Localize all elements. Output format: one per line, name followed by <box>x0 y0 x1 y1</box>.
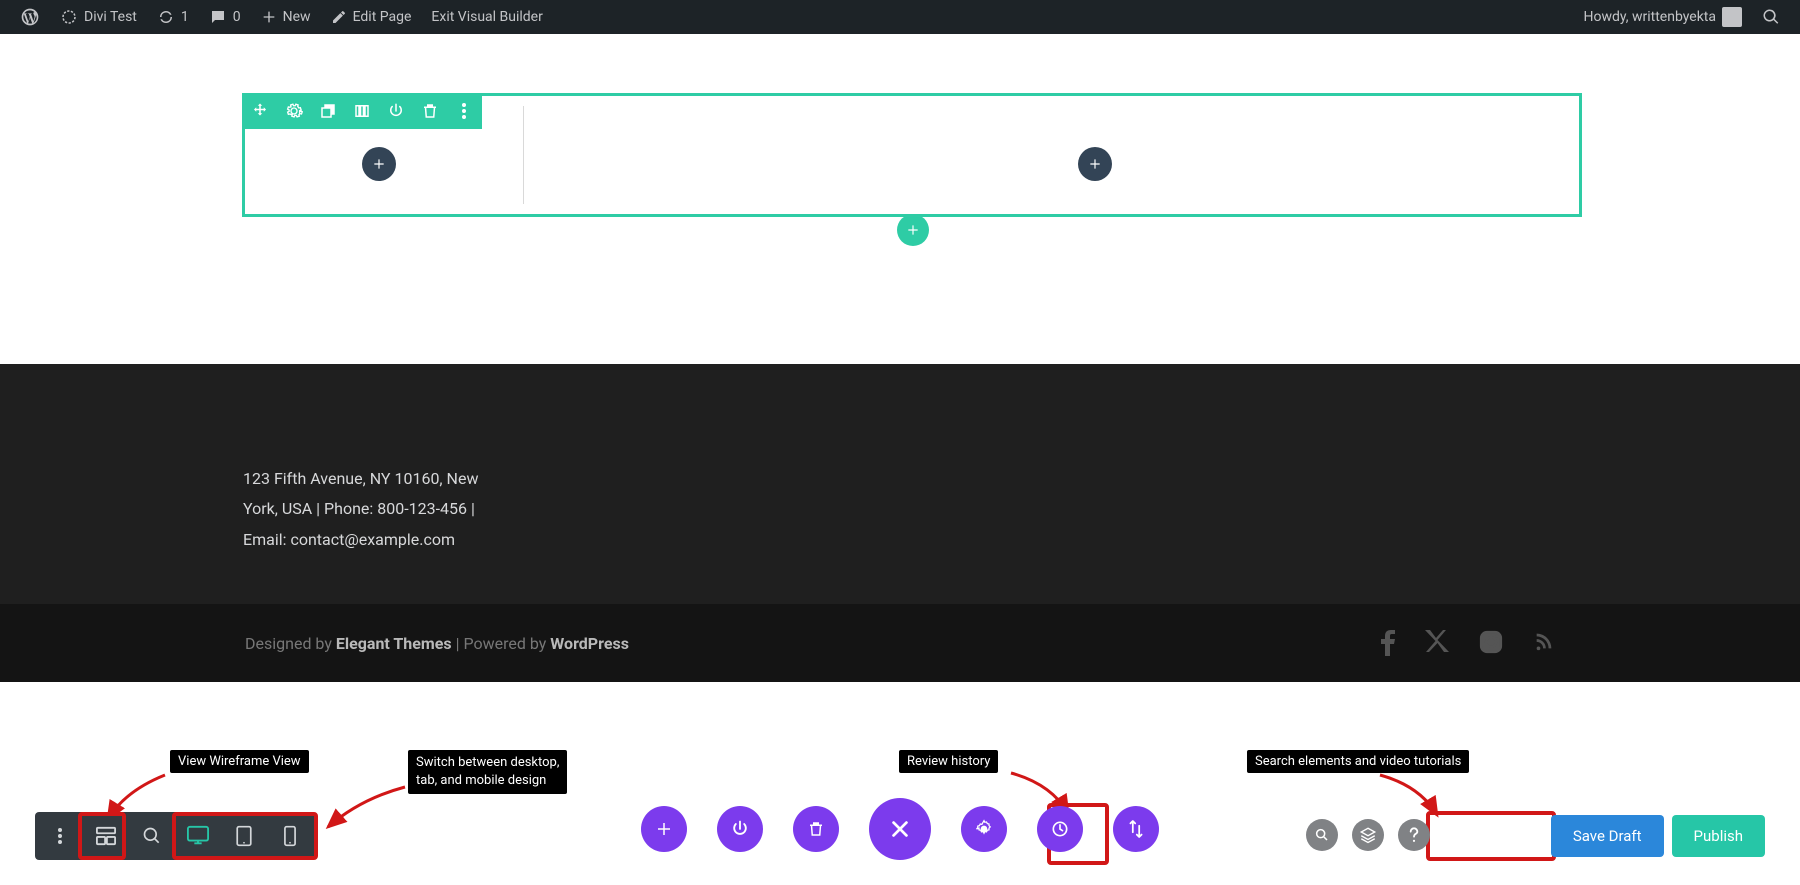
save-buttons: Save Draft Publish <box>1551 815 1765 857</box>
clear-button[interactable] <box>793 806 839 852</box>
site-menu[interactable]: Divi Test <box>50 0 147 34</box>
admin-search-icon[interactable] <box>1752 0 1790 34</box>
rss-icon[interactable] <box>1533 630 1555 656</box>
wp-logo[interactable] <box>10 0 50 34</box>
more-dots-icon[interactable] <box>454 101 474 121</box>
footer-bar: Designed by Elegant Themes | Powered by … <box>0 604 1800 682</box>
footer-content: 123 Fifth Avenue, NY 10160, New York, US… <box>0 364 1800 604</box>
columns-icon[interactable] <box>352 101 372 121</box>
facebook-icon[interactable] <box>1381 630 1395 656</box>
footer-credits: Designed by Elegant Themes | Powered by … <box>245 634 629 653</box>
comments-count: 0 <box>233 9 241 25</box>
helper-circles <box>1306 819 1430 851</box>
builder-settings-button[interactable] <box>961 806 1007 852</box>
settings-icon[interactable] <box>284 101 304 121</box>
tooltip-search: Search elements and video tutorials <box>1247 750 1469 773</box>
add-button[interactable] <box>641 806 687 852</box>
footer-line2: York, USA | Phone: 800-123-456 | <box>243 494 1800 524</box>
move-handle-icon[interactable] <box>250 101 270 121</box>
avatar-icon <box>1722 7 1742 27</box>
updates-count: 1 <box>181 9 189 25</box>
builder-bottom-bar: View Wireframe View Switch between deskt… <box>0 755 1800 885</box>
instagram-icon[interactable] <box>1479 630 1503 656</box>
comments-indicator[interactable]: 0 <box>199 0 251 34</box>
trash-icon[interactable] <box>420 101 440 121</box>
tooltip-history: Review history <box>899 750 998 773</box>
section-outline[interactable] <box>242 93 1582 217</box>
tooltip-wireframe: View Wireframe View <box>170 750 309 773</box>
publish-button[interactable]: Publish <box>1672 815 1765 857</box>
social-icons <box>1381 630 1555 656</box>
duplicate-icon[interactable] <box>318 101 338 121</box>
find-replace-button[interactable] <box>1306 819 1338 851</box>
exit-visual-builder[interactable]: Exit Visual Builder <box>421 0 552 34</box>
edit-page[interactable]: Edit Page <box>321 0 422 34</box>
section-toolbar <box>242 93 482 129</box>
new-content[interactable]: New <box>251 0 321 34</box>
user-greeting[interactable]: Howdy, writtenbyekta <box>1573 0 1752 34</box>
footer-line3: Email: contact@example.com <box>243 525 1800 555</box>
save-draft-button[interactable]: Save Draft <box>1551 815 1664 857</box>
builder-canvas <box>0 34 1800 364</box>
tooltip-responsive: Switch between desktop, tab, and mobile … <box>408 750 567 794</box>
site-title: Divi Test <box>84 9 137 25</box>
layers-button[interactable] <box>1352 819 1384 851</box>
help-button[interactable] <box>1398 819 1430 851</box>
add-module-col2-button[interactable] <box>1078 147 1112 181</box>
column-divider <box>523 106 524 204</box>
power-icon[interactable] <box>386 101 406 121</box>
add-row-button[interactable] <box>897 214 929 246</box>
page-settings-button[interactable] <box>717 806 763 852</box>
portability-button[interactable] <box>1113 806 1159 852</box>
footer-line1: 123 Fifth Avenue, NY 10160, New <box>243 464 1800 494</box>
wp-admin-bar: Divi Test 1 0 New Edit Page Exit Visual … <box>0 0 1800 34</box>
add-module-col1-button[interactable] <box>362 147 396 181</box>
history-button[interactable] <box>1037 806 1083 852</box>
updates-indicator[interactable]: 1 <box>147 0 199 34</box>
close-builder-button[interactable] <box>869 798 931 860</box>
builder-center-actions <box>0 798 1800 860</box>
new-label: New <box>283 9 311 25</box>
x-icon[interactable] <box>1425 630 1449 656</box>
